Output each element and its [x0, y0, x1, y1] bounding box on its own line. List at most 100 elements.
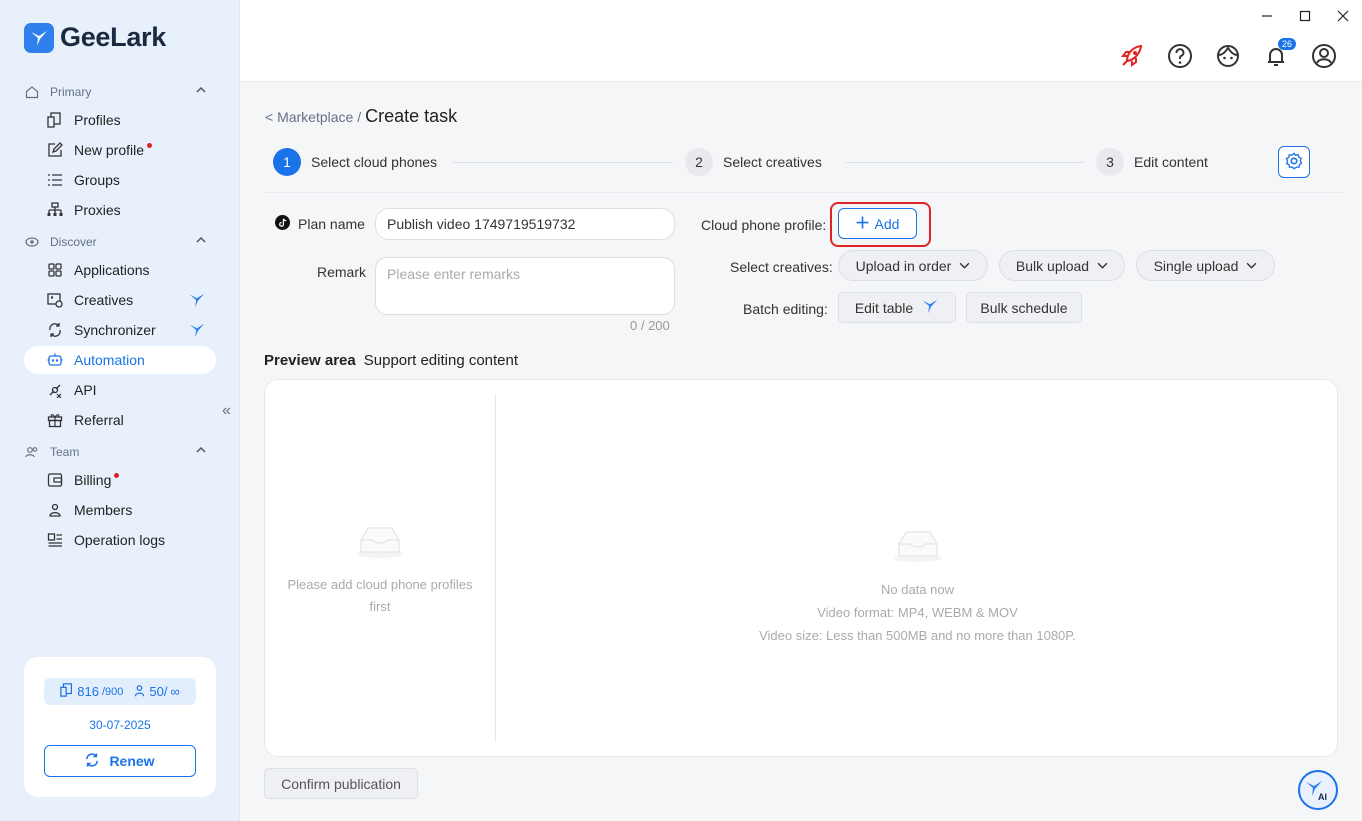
- section-primary[interactable]: Primary: [24, 80, 216, 104]
- sidebar-item-operation-logs[interactable]: Operation logs: [24, 526, 216, 554]
- sidebar-nav: Primary Profiles New profile Groups Prox…: [24, 80, 216, 556]
- minimize-icon[interactable]: [1248, 0, 1286, 32]
- members-total: ∞: [170, 684, 180, 699]
- video-format-text: Video format: MP4, WEBM & MOV: [817, 605, 1018, 620]
- support-agent-icon[interactable]: [1214, 42, 1242, 70]
- sidebar-item-automation[interactable]: Automation: [24, 346, 216, 374]
- eye-icon: [24, 234, 40, 250]
- gift-icon: [46, 411, 64, 429]
- remark-label: Remark: [317, 264, 367, 280]
- edit-icon: [46, 141, 64, 159]
- user-icon: [133, 684, 146, 700]
- account-avatar-icon[interactable]: [1310, 42, 1338, 70]
- button-label: Bulk schedule: [980, 299, 1068, 316]
- chevron-up-icon[interactable]: [196, 84, 206, 98]
- breadcrumb-marketplace-link[interactable]: < Marketplace /: [265, 109, 361, 125]
- sidebar-item-creatives[interactable]: Creatives: [24, 286, 216, 314]
- notification-bell-icon[interactable]: 26: [1262, 38, 1296, 70]
- step-select-creatives[interactable]: 2 Select creatives: [685, 148, 822, 176]
- section-discover[interactable]: Discover: [24, 230, 216, 254]
- confirm-publication-button[interactable]: Confirm publication: [264, 768, 418, 799]
- new-indicator-dot: [147, 142, 153, 148]
- sidebar-item-referral[interactable]: Referral: [24, 406, 216, 434]
- help-icon[interactable]: [1166, 42, 1194, 70]
- chevron-down-icon: [1097, 258, 1108, 274]
- step-number: 1: [273, 148, 301, 176]
- plan-name-input[interactable]: Publish video 1749719519732: [375, 208, 675, 240]
- premium-bird-icon: [188, 291, 206, 312]
- section-team[interactable]: Team: [24, 440, 216, 464]
- ai-assistant-button[interactable]: AI: [1298, 770, 1338, 810]
- sidebar-item-label: API: [74, 382, 97, 398]
- home-icon: [24, 84, 40, 100]
- app-logo[interactable]: GeeLark: [24, 22, 166, 53]
- collapse-sidebar-icon[interactable]: «: [222, 402, 231, 420]
- chevron-up-icon[interactable]: [196, 234, 206, 248]
- button-label: Edit table: [854, 299, 914, 316]
- preview-subtitle: Support editing content: [363, 352, 519, 369]
- stepper: 1 Select cloud phones 2 Select creatives…: [273, 148, 1313, 178]
- sidebar-item-label: Members: [74, 502, 133, 518]
- bulk-schedule-button[interactable]: Bulk schedule: [966, 292, 1082, 323]
- renew-button[interactable]: Renew: [44, 745, 196, 777]
- sidebar-item-billing[interactable]: Billing: [24, 466, 216, 494]
- sidebar-item-api[interactable]: API: [24, 376, 216, 404]
- sidebar-item-proxies[interactable]: Proxies: [24, 196, 216, 224]
- geelark-logo-icon: [24, 22, 54, 53]
- chevron-down-icon: [1246, 258, 1257, 274]
- edit-table-button[interactable]: Edit table: [838, 292, 956, 323]
- close-icon[interactable]: [1324, 0, 1362, 32]
- add-cloud-phone-button[interactable]: Add: [838, 208, 917, 239]
- window-controls: [1248, 0, 1362, 32]
- remark-textarea[interactable]: Please enter remarks: [375, 257, 675, 315]
- sidebar-item-groups[interactable]: Groups: [24, 166, 216, 194]
- api-icon: [46, 381, 64, 399]
- cloud-phone-profile-label: Cloud phone profile:: [701, 217, 827, 233]
- add-label: Add: [874, 215, 900, 232]
- cloud-phone-empty-state: Please add cloud phone profiles first: [265, 520, 495, 618]
- empty-tray-icon: [265, 520, 495, 560]
- renew-label: Renew: [109, 753, 155, 769]
- remark-counter: 0 / 200: [630, 318, 670, 333]
- sidebar-item-profiles[interactable]: Profiles: [24, 106, 216, 134]
- chevron-up-icon[interactable]: [196, 444, 206, 458]
- network-icon: [46, 201, 64, 219]
- step-number: 2: [685, 148, 713, 176]
- ai-label: AI: [1318, 792, 1327, 802]
- step-select-cloud-phones[interactable]: 1 Select cloud phones: [273, 148, 437, 176]
- profiles-icon: [46, 111, 64, 129]
- rocket-icon[interactable]: [1118, 42, 1146, 70]
- user-icon: [46, 501, 64, 519]
- sidebar-item-label: Proxies: [74, 202, 121, 218]
- new-indicator-dot: [114, 472, 120, 478]
- profiles-total: /900: [101, 685, 124, 698]
- top-actions: 26: [1118, 38, 1338, 70]
- maximize-icon[interactable]: [1286, 0, 1324, 32]
- profiles-used: 816: [77, 684, 99, 699]
- empty-tray-icon: [496, 524, 1339, 564]
- preview-title: Preview area: [264, 352, 356, 369]
- sidebar-item-members[interactable]: Members: [24, 496, 216, 524]
- wallet-icon: [46, 471, 64, 489]
- sidebar-item-synchronizer[interactable]: Synchronizer: [24, 316, 216, 344]
- sidebar-item-applications[interactable]: Applications: [24, 256, 216, 284]
- batch-editing-label: Batch editing:: [743, 301, 828, 317]
- upload-in-order-dropdown[interactable]: Upload in order: [838, 250, 988, 281]
- sidebar-item-label: Creatives: [74, 292, 134, 308]
- settings-button[interactable]: [1278, 146, 1310, 178]
- divider: [265, 192, 1342, 193]
- empty-left-text: Please add cloud phone profiles first: [287, 577, 473, 614]
- single-upload-dropdown[interactable]: Single upload: [1136, 250, 1275, 281]
- creatives-empty-state: No data now Video format: MP4, WEBM & MO…: [496, 524, 1339, 647]
- sidebar-item-new-profile[interactable]: New profile: [24, 136, 216, 164]
- account-card: 816/900 50/∞ 30-07-2025 Renew: [24, 657, 216, 797]
- sync-icon: [46, 321, 64, 339]
- bulk-upload-dropdown[interactable]: Bulk upload: [999, 250, 1125, 281]
- step-edit-content[interactable]: 3 Edit content: [1096, 148, 1208, 176]
- profiles-icon: [60, 683, 74, 700]
- sidebar-item-label: Synchronizer: [74, 322, 156, 338]
- notification-count: 26: [1277, 38, 1296, 50]
- sidebar-item-label: Referral: [74, 412, 124, 428]
- sidebar-item-label: Applications: [74, 262, 150, 278]
- no-data-text: No data now: [881, 582, 954, 597]
